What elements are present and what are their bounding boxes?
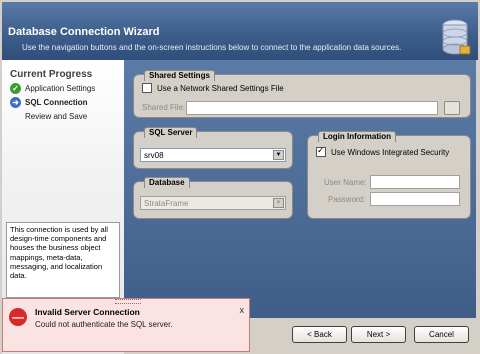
shared-file-input[interactable]: [186, 101, 438, 115]
step-label: Application Settings: [25, 83, 96, 93]
wizard-window: Database Connection Wizard Use the navig…: [0, 0, 480, 354]
shared-settings-title: Shared Settings: [144, 70, 215, 81]
cancel-button[interactable]: Cancel: [414, 326, 469, 343]
chevron-down-icon[interactable]: ▼: [273, 150, 284, 160]
login-info-group: Login Information Use Windows Integrated…: [307, 131, 471, 219]
database-icon: [442, 19, 471, 55]
integrated-security-checkbox[interactable]: [316, 145, 326, 157]
progress-title: Current Progress: [10, 69, 93, 80]
error-message: Could not authenticate the SQL server.: [35, 320, 173, 329]
error-title: Invalid Server Connection: [35, 307, 140, 317]
step-review-and-save: Review and Save: [10, 110, 87, 122]
use-network-checkbox[interactable]: [142, 83, 152, 93]
back-button[interactable]: < Back: [292, 326, 347, 343]
database-group: Database StrataFrame ▼: [133, 177, 293, 219]
step-application-settings: ✓ Application Settings: [10, 82, 95, 94]
error-notification: — Invalid Server Connection Could not au…: [2, 298, 250, 352]
info-description: This connection is used by all design-ti…: [6, 222, 120, 298]
integrated-security-label: Use Windows Integrated Security: [331, 147, 450, 157]
password-label: Password:: [328, 195, 366, 204]
database-select[interactable]: StrataFrame ▼: [140, 196, 286, 210]
step-label: Review and Save: [25, 111, 88, 121]
database-value: StrataFrame: [144, 198, 189, 208]
database-title: Database: [144, 177, 190, 188]
check-icon: ✓: [10, 82, 21, 94]
next-button[interactable]: Next >: [351, 326, 406, 343]
chevron-down-icon[interactable]: ▼: [273, 198, 284, 208]
sql-server-select[interactable]: srv08 ▼: [140, 148, 286, 162]
shared-file-label: Shared File:: [142, 103, 186, 112]
arrow-right-icon: ➜: [10, 96, 21, 108]
sql-server-group: SQL Server srv08 ▼: [133, 127, 293, 169]
drag-grip[interactable]: [115, 299, 141, 304]
sql-server-value: srv08: [144, 150, 164, 160]
step-label: SQL Connection: [25, 97, 88, 107]
use-network-row[interactable]: Use a Network Shared Settings File: [142, 83, 284, 93]
username-label: User Name:: [324, 178, 367, 187]
header-banner: Database Connection Wizard Use the navig…: [2, 2, 478, 60]
use-network-label: Use a Network Shared Settings File: [157, 83, 284, 93]
browse-button[interactable]: [444, 101, 460, 115]
login-info-title: Login Information: [318, 131, 396, 142]
sql-server-title: SQL Server: [144, 127, 198, 138]
integrated-security-row[interactable]: Use Windows Integrated Security: [316, 145, 450, 157]
wizard-subtitle: Use the navigation buttons and the on-sc…: [22, 43, 402, 52]
error-icon: —: [9, 308, 27, 326]
password-input[interactable]: [370, 192, 460, 206]
wizard-title: Database Connection Wizard: [8, 26, 160, 38]
shared-settings-group: Shared Settings Use a Network Shared Set…: [133, 70, 471, 118]
step-sql-connection: ➜ SQL Connection: [10, 96, 88, 108]
close-icon[interactable]: x: [240, 305, 245, 315]
username-input[interactable]: [370, 175, 460, 189]
content-area: Shared Settings Use a Network Shared Set…: [124, 60, 476, 318]
